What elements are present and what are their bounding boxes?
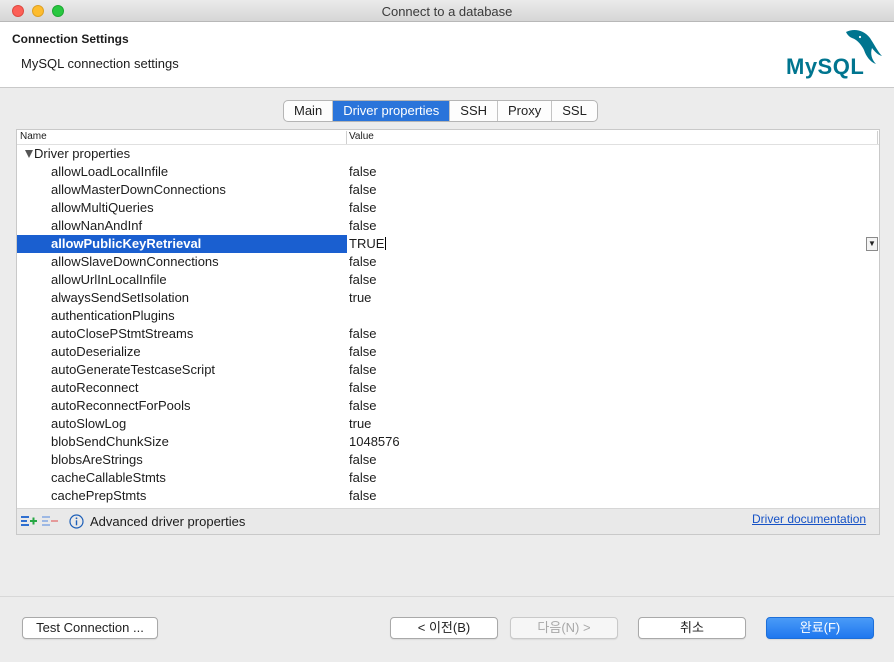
property-value[interactable]: false — [349, 217, 376, 235]
table-row[interactable]: autoDeserialize false — [17, 343, 879, 361]
property-name: allowSlaveDownConnections — [51, 254, 219, 269]
dialog-header: Connection Settings MySQL connection set… — [0, 22, 894, 88]
property-name: allowMultiQueries — [51, 200, 154, 215]
property-name: autoDeserialize — [51, 344, 141, 359]
property-value[interactable]: false — [349, 379, 376, 397]
table-row[interactable]: alwaysSendSetIsolation true — [17, 289, 879, 307]
column-divider — [877, 131, 878, 144]
finish-button[interactable]: 완료(F) — [766, 617, 874, 639]
title-bar: Connect to a database — [0, 0, 894, 22]
tab-ssl[interactable]: SSL — [552, 101, 597, 121]
table-row[interactable]: autoReconnectForPools false — [17, 397, 879, 415]
table-row[interactable]: autoSlowLog true — [17, 415, 879, 433]
driver-properties-panel: Name Value Driver properties allowLoadLo… — [16, 129, 880, 535]
table-row[interactable]: allowSlaveDownConnections false — [17, 253, 879, 271]
table-row[interactable]: allowNanAndInf false — [17, 217, 879, 235]
property-value[interactable]: false — [349, 199, 376, 217]
add-property-icon[interactable] — [21, 514, 37, 528]
mysql-logo: MySQL — [786, 30, 882, 79]
property-value[interactable]: false — [349, 451, 376, 469]
advanced-properties-label: Advanced driver properties — [90, 514, 246, 529]
column-divider[interactable] — [346, 131, 347, 144]
table-row[interactable]: autoGenerateTestcaseScript false — [17, 361, 879, 379]
property-name: alwaysSendSetIsolation — [51, 290, 190, 305]
tab-ssh[interactable]: SSH — [450, 101, 499, 121]
back-button[interactable]: < 이전(B) — [390, 617, 498, 639]
driver-documentation-link[interactable]: Driver documentation — [752, 512, 866, 526]
property-value: TRUE — [349, 236, 385, 251]
window-title: Connect to a database — [381, 4, 513, 19]
tab-driver-properties[interactable]: Driver properties — [333, 101, 451, 121]
tab-proxy[interactable]: Proxy — [498, 101, 553, 121]
column-header-value[interactable]: Value — [349, 131, 374, 142]
property-value[interactable]: 1048576 — [349, 433, 400, 451]
column-header-name[interactable]: Name — [20, 131, 47, 142]
property-name: blobSendChunkSize — [51, 434, 169, 449]
property-value[interactable]: false — [349, 253, 376, 271]
property-name: allowPublicKeyRetrieval — [51, 236, 202, 251]
property-name: autoGenerateTestcaseScript — [51, 362, 216, 377]
next-button[interactable]: 다음(N) > — [510, 617, 618, 639]
property-value[interactable]: false — [349, 343, 376, 361]
header-title: Connection Settings — [12, 32, 129, 46]
property-name: allowUrlInLocalInfile — [51, 272, 167, 287]
settings-tabs: Main Driver properties SSH Proxy SSL — [283, 100, 598, 122]
table-row[interactable]: allowMasterDownConnections false — [17, 181, 879, 199]
table-header: Name Value — [17, 130, 879, 145]
table-row[interactable]: cachePrepStmts false — [17, 487, 879, 505]
property-value[interactable]: true — [349, 415, 371, 433]
property-value[interactable]: false — [349, 469, 376, 487]
table-row[interactable]: allowLoadLocalInfile false — [17, 163, 879, 181]
tree-group-driver-properties[interactable]: Driver properties — [17, 145, 879, 163]
table-row[interactable]: autoReconnect false — [17, 379, 879, 397]
property-value[interactable]: false — [349, 163, 376, 181]
property-name: blobsAreStrings — [51, 452, 143, 467]
tab-main[interactable]: Main — [284, 101, 334, 121]
property-name: autoSlowLog — [51, 416, 127, 431]
property-name: autoReconnect — [51, 380, 139, 395]
property-value[interactable]: false — [349, 487, 376, 505]
group-label: Driver properties — [34, 146, 131, 161]
property-name: autoReconnectForPools — [51, 398, 191, 413]
property-value[interactable]: false — [349, 325, 376, 343]
property-name: cachePrepStmts — [51, 488, 147, 503]
table-row[interactable]: blobSendChunkSize 1048576 — [17, 433, 879, 451]
property-value[interactable]: false — [349, 271, 376, 289]
header-subtitle: MySQL connection settings — [21, 56, 179, 71]
info-icon — [69, 514, 84, 529]
remove-property-icon[interactable] — [42, 514, 58, 528]
property-value-editor[interactable]: TRUE — [349, 235, 387, 253]
property-value[interactable]: false — [349, 397, 376, 415]
test-connection-button[interactable]: Test Connection ... — [22, 617, 158, 639]
property-name: autoClosePStmtStreams — [51, 326, 194, 341]
property-name: allowNanAndInf — [51, 218, 143, 233]
property-name: allowMasterDownConnections — [51, 182, 226, 197]
panel-footer: Advanced driver properties Driver docume… — [17, 508, 879, 534]
table-row[interactable]: authenticationPlugins — [17, 307, 879, 325]
property-name: cacheCallableStmts — [51, 470, 166, 485]
text-caret — [385, 237, 387, 250]
table-row[interactable]: blobsAreStrings false — [17, 451, 879, 469]
table-row[interactable]: cacheCallableStmts false — [17, 469, 879, 487]
table-row[interactable]: allowUrlInLocalInfile false — [17, 271, 879, 289]
property-value[interactable]: false — [349, 181, 376, 199]
property-value[interactable]: true — [349, 289, 371, 307]
property-name: authenticationPlugins — [51, 308, 175, 323]
properties-tree: Driver properties allowLoadLocalInfile fa… — [17, 145, 879, 505]
expand-triangle-icon[interactable] — [25, 150, 33, 158]
table-row-selected[interactable]: allowPublicKeyRetrieval TRUE ▼ — [17, 235, 879, 253]
table-row[interactable]: allowMultiQueries false — [17, 199, 879, 217]
divider — [0, 596, 894, 597]
value-dropdown-button[interactable]: ▼ — [866, 237, 878, 251]
table-row[interactable]: autoClosePStmtStreams false — [17, 325, 879, 343]
cancel-button[interactable]: 취소 — [638, 617, 746, 639]
property-value[interactable]: false — [349, 361, 376, 379]
property-name: allowLoadLocalInfile — [51, 164, 169, 179]
